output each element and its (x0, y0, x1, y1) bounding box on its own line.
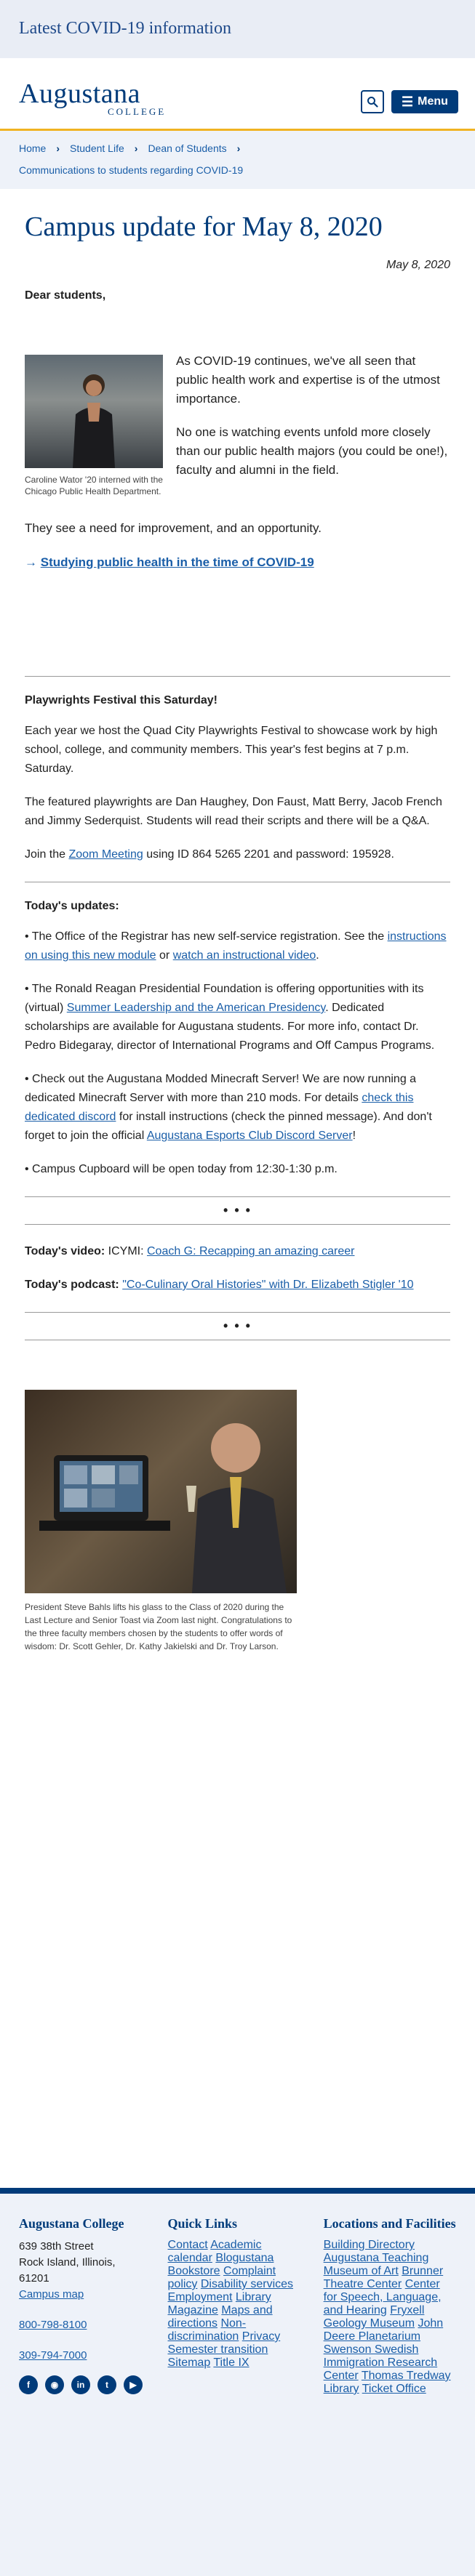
person-illustration (73, 374, 115, 468)
caroline-photo (25, 355, 163, 468)
podcast-link[interactable]: "Co-Culinary Oral Histories" with Dr. El… (122, 1279, 413, 1291)
dots-separator: • • • (223, 1319, 252, 1333)
footer-quick-links: Quick Links Contact Academic calendar Bl… (168, 2215, 305, 2576)
footer-link[interactable]: Semester transition (168, 2343, 268, 2356)
public-health-story: → Studying public health in the time of … (25, 554, 450, 571)
updates-heading: Today's updates: (25, 900, 119, 912)
toast-illustration (39, 1423, 287, 1593)
breadcrumb-current[interactable]: Communications to students regarding COV… (19, 164, 243, 176)
address-line: Rock Island, Illinois, (19, 2256, 116, 2269)
quick-links-heading: Quick Links (167, 2216, 238, 2231)
breadcrumb-student-life[interactable]: Student Life (70, 142, 124, 154)
bahls-toast-photo (25, 1390, 297, 1593)
augustana-logo[interactable]: Augustana COLLEGE (19, 80, 456, 118)
paragraph: The featured playwrights are Dan Haughey… (25, 796, 442, 827)
page-title: Campus update for May 8, 2020 (25, 212, 383, 242)
footer-college: Augustana College 639 38th Street Rock I… (19, 2215, 149, 2576)
breadcrumb: Home › Student Life › Dean of Students ›… (0, 131, 475, 189)
footer-link[interactable]: Magazine (168, 2304, 218, 2317)
caroline-photo-figure: Caroline Wator '20 interned with the Chi… (25, 355, 163, 497)
greeting: Dear students, (25, 289, 106, 302)
photo-caption: President Steve Bahls lifts his glass to… (25, 1602, 292, 1651)
update-item: • The Ronald Reagan Presidential Foundat… (25, 980, 450, 1055)
coach-g-video-link[interactable]: Coach G: Recapping an amazing career (147, 1245, 355, 1257)
photo-caption: Caroline Wator '20 interned with the Chi… (25, 475, 163, 496)
footer-link[interactable]: Sitemap (168, 2356, 211, 2369)
todays-video: Today's video: ICYMI: Coach G: Recapping… (25, 1242, 450, 1261)
text: • The Office of the Registrar has new se… (25, 930, 388, 943)
text: or (156, 949, 173, 962)
covid-info-banner[interactable]: Latest COVID-19 information (0, 0, 475, 58)
footer-link[interactable]: Library (236, 2291, 271, 2303)
divider (25, 676, 450, 677)
search-button[interactable] (361, 90, 384, 113)
playwrights-heading: Playwrights Festival this Saturday! (25, 694, 217, 707)
covid-info-link[interactable]: Latest COVID-19 information (19, 19, 231, 38)
divider (25, 1196, 450, 1197)
footer-link[interactable]: Building Directory (324, 2239, 415, 2251)
search-icon (367, 97, 378, 108)
footer-link[interactable]: Contact (168, 2239, 208, 2251)
divider (25, 1312, 450, 1313)
menu-label: Menu (418, 95, 448, 108)
logo-name: Augustana (19, 79, 141, 109)
footer-link[interactable]: Ticket Office (362, 2383, 426, 2395)
linkedin-icon[interactable]: in (71, 2375, 90, 2394)
article-date: May 8, 2020 (386, 259, 450, 271)
summer-leadership-link[interactable]: Summer Leadership and the American Presi… (67, 1002, 325, 1014)
video-label: Today's video: (25, 1245, 105, 1257)
facebook-icon[interactable]: f (19, 2375, 38, 2394)
chevron-right-icon: › (56, 142, 60, 154)
footer-link[interactable]: Privacy (242, 2330, 280, 2343)
address-line: 61201 (19, 2272, 49, 2285)
address-line: 639 38th Street (19, 2240, 94, 2253)
instructional-video-link[interactable]: watch an instructional video (173, 949, 316, 962)
instagram-icon[interactable]: ◉ (45, 2375, 64, 2394)
text: . (316, 949, 319, 962)
footer-link[interactable]: Title IX (213, 2356, 249, 2369)
site-footer: Augustana College 639 38th Street Rock I… (0, 2188, 475, 2576)
site-header: Augustana COLLEGE ☰ Menu (0, 58, 475, 131)
update-item: • Check out the Augustana Modded Minecra… (25, 1070, 450, 1146)
menu-button[interactable]: ☰ Menu (391, 90, 458, 113)
paragraph: Each year we host the Quad City Playwrig… (25, 725, 438, 775)
zoom-paragraph: Join the Zoom Meeting using ID 864 5265 … (25, 845, 450, 864)
text: ICYMI: (105, 1245, 147, 1257)
paragraph: They see a need for improvement, and an … (25, 521, 322, 535)
esports-discord-link[interactable]: Augustana Esports Club Discord Server (147, 1130, 353, 1142)
article: Campus update for May 8, 2020 May 8, 202… (0, 211, 475, 1653)
chevron-right-icon: › (236, 142, 241, 154)
twitter-icon[interactable]: t (97, 2375, 116, 2394)
locations-heading: Locations and Facilities (323, 2216, 456, 2231)
phone-link[interactable]: 800-798-8100 (19, 2317, 149, 2333)
update-item: • The Office of the Registrar has new se… (25, 927, 450, 965)
footer-link[interactable]: Bookstore (168, 2265, 220, 2277)
breadcrumb-home[interactable]: Home (19, 142, 46, 154)
podcast-label: Today's podcast: (25, 1279, 119, 1291)
text: Join the (25, 848, 69, 861)
social-links: f ◉ in t ▶ (19, 2375, 143, 2394)
update-item: • Campus Cupboard will be open today fro… (25, 1163, 338, 1175)
youtube-icon[interactable]: ▶ (124, 2375, 143, 2394)
hamburger-icon: ☰ (402, 94, 414, 109)
divider (25, 1224, 450, 1225)
text: • Check out the Augustana Modded Minecra… (25, 1073, 417, 1104)
chevron-right-icon: › (134, 142, 138, 154)
footer-link[interactable]: Blogustana (215, 2252, 274, 2264)
public-health-link[interactable]: Studying public health in the time of CO… (41, 555, 314, 569)
zoom-meeting-link[interactable]: Zoom Meeting (68, 848, 143, 861)
text: ! (352, 1130, 356, 1142)
footer-locations: Locations and Facilities Building Direct… (324, 2215, 456, 2576)
breadcrumb-dean-of-students[interactable]: Dean of Students (148, 142, 226, 154)
arrow-right-icon: → (25, 555, 37, 569)
footer-link[interactable]: Employment (168, 2291, 233, 2303)
bahls-photo-figure: President Steve Bahls lifts his glass to… (25, 1390, 450, 1653)
todays-podcast: Today's podcast: "Co-Culinary Oral Histo… (25, 1276, 450, 1295)
dots-separator: • • • (223, 1203, 252, 1217)
text: using ID 864 5265 2201 and password: 195… (143, 848, 394, 861)
footer-college-heading: Augustana College (19, 2216, 124, 2231)
footer-link[interactable]: Disability services (201, 2278, 293, 2290)
campus-map-link[interactable]: Campus map (19, 2287, 149, 2303)
phone-link[interactable]: 309-794-7000 (19, 2348, 149, 2364)
